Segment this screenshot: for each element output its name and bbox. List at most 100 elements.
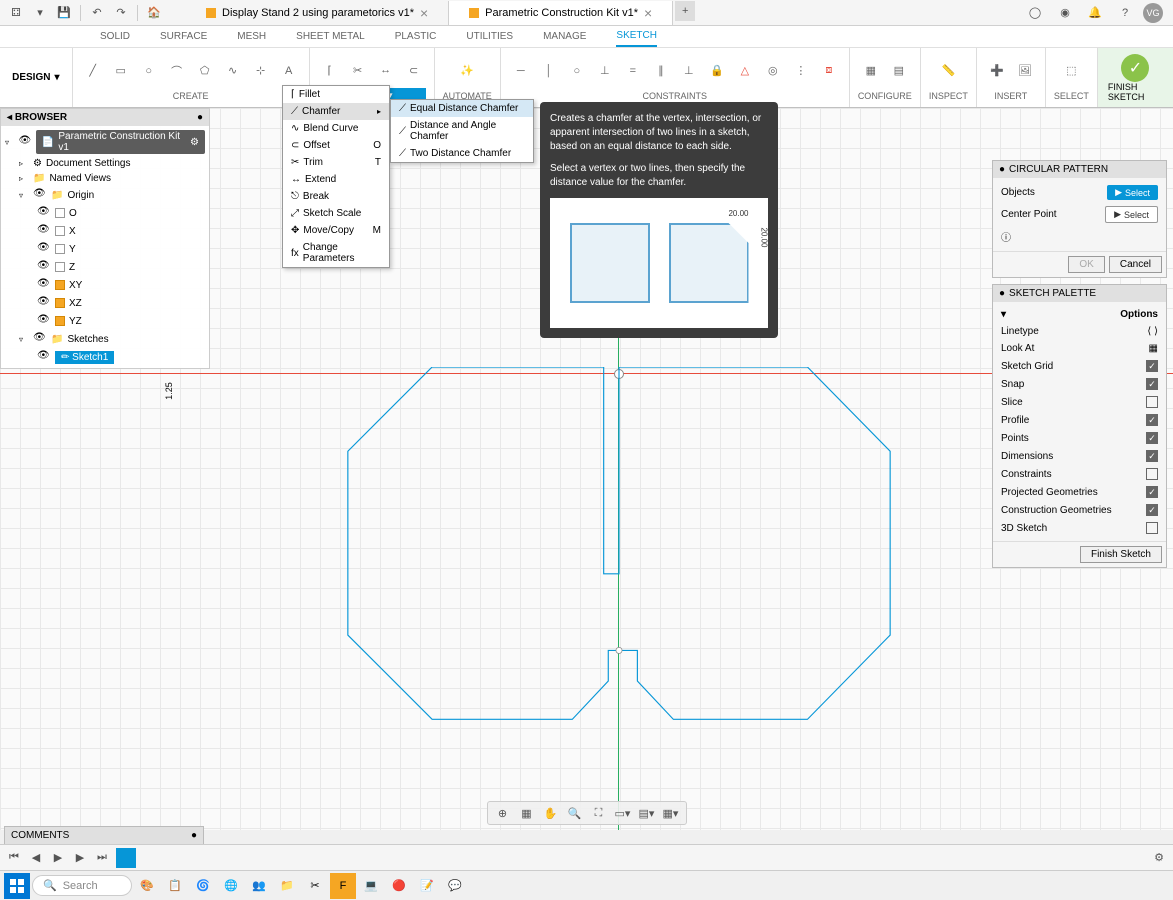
image-icon[interactable]: 🖼 xyxy=(1013,59,1037,83)
tab-plastic[interactable]: PLASTIC xyxy=(395,27,437,46)
zoom-icon[interactable]: 🔍 xyxy=(566,804,584,822)
taskbar-app-icon[interactable]: 🌀 xyxy=(190,873,216,899)
tree-item[interactable]: ▿👁📁Sketches xyxy=(1,330,209,348)
arc-icon[interactable]: ⌒ xyxy=(165,59,189,83)
app-menu-icon[interactable]: ⚃ xyxy=(6,3,26,23)
menu-item-trim[interactable]: ✂ TrimT xyxy=(283,154,389,171)
trim-icon[interactable]: ✂ xyxy=(346,58,370,82)
option-linetype[interactable]: Linetype⟨ ⟩ xyxy=(997,323,1162,340)
taskbar-app-icon[interactable]: 🎨 xyxy=(134,873,160,899)
taskbar-app-icon[interactable]: 📁 xyxy=(274,873,300,899)
menu-item-break[interactable]: ⎋ Break xyxy=(283,188,389,205)
taskbar-app-icon[interactable]: 💬 xyxy=(442,873,468,899)
submenu-distance-angle[interactable]: ⟋ Distance and Angle Chamfer xyxy=(391,117,533,145)
timeline-play-icon[interactable]: ▶ xyxy=(50,850,66,866)
comments-bar[interactable]: COMMENTS● xyxy=(4,826,204,845)
tree-item[interactable]: 👁Z xyxy=(1,258,209,276)
group-label[interactable]: CONFIGURE xyxy=(858,89,912,103)
taskbar-app-icon[interactable]: 📋 xyxy=(162,873,188,899)
timeline-start-icon[interactable]: ⏮ xyxy=(6,850,22,866)
tree-item[interactable]: 👁X xyxy=(1,222,209,240)
new-icon[interactable]: ▾ xyxy=(30,3,50,23)
tangent-icon[interactable]: ⊥ xyxy=(593,59,617,83)
new-tab-icon[interactable]: + xyxy=(675,1,695,21)
timeline-sketch-icon[interactable] xyxy=(116,848,136,868)
tree-item[interactable]: 👁XY xyxy=(1,276,209,294)
perpendicular-icon[interactable]: ⊥ xyxy=(677,59,701,83)
fillet-icon[interactable]: ⌈ xyxy=(318,58,342,82)
line-icon[interactable]: ╱ xyxy=(81,59,105,83)
option-points[interactable]: Points✓ xyxy=(997,429,1162,447)
circle-icon[interactable]: ○ xyxy=(137,59,161,83)
symmetry-icon[interactable]: ⧈ xyxy=(817,59,841,83)
dimension-label[interactable]: 1.25 xyxy=(164,382,174,400)
concentric-icon[interactable]: ◎ xyxy=(761,59,785,83)
ok-button[interactable]: OK xyxy=(1068,256,1104,273)
taskbar-app-icon[interactable]: 🔴 xyxy=(386,873,412,899)
close-icon[interactable]: × xyxy=(420,5,428,21)
tab-manage[interactable]: MANAGE xyxy=(543,27,586,46)
menu-item-params[interactable]: fx Change Parameters xyxy=(283,239,389,267)
tree-item[interactable]: 👁XZ xyxy=(1,294,209,312)
tree-item[interactable]: 👁YZ xyxy=(1,312,209,330)
vertical-icon[interactable]: │ xyxy=(537,59,561,83)
option-dimensions[interactable]: Dimensions✓ xyxy=(997,447,1162,465)
point-icon[interactable]: ⊹ xyxy=(249,59,273,83)
user-avatar[interactable]: VG xyxy=(1143,3,1163,23)
extend-icon[interactable]: ↔ xyxy=(374,58,398,82)
close-icon[interactable]: × xyxy=(644,5,652,21)
info-icon[interactable]: ⓘ xyxy=(1001,229,1011,244)
automate-icon[interactable]: ✨ xyxy=(455,59,479,83)
taskbar-app-icon[interactable]: 💻 xyxy=(358,873,384,899)
tree-item[interactable]: ▹⚙Document Settings xyxy=(1,156,209,171)
browser-header[interactable]: ◂ BROWSER ● xyxy=(1,109,209,126)
submenu-two-distance[interactable]: ⟋ Two Distance Chamfer xyxy=(391,145,533,162)
orbit-icon[interactable]: ⊕ xyxy=(494,804,512,822)
start-button[interactable] xyxy=(4,873,30,899)
grid-icon[interactable]: ▤▾ xyxy=(638,804,656,822)
select-icon[interactable]: ⬚ xyxy=(1059,59,1083,83)
help-icon[interactable]: ? xyxy=(1115,3,1135,23)
table-icon[interactable]: ▤ xyxy=(887,59,911,83)
option-profile[interactable]: Profile✓ xyxy=(997,411,1162,429)
option-snap[interactable]: Snap✓ xyxy=(997,375,1162,393)
menu-item-move[interactable]: ✥ Move/CopyM xyxy=(283,222,389,239)
inspect-icon[interactable]: 📏 xyxy=(936,59,960,83)
cancel-button[interactable]: Cancel xyxy=(1109,256,1162,273)
document-tab-2[interactable]: Parametric Construction Kit v1* × xyxy=(449,1,673,25)
tree-item[interactable]: 👁✏ Sketch1 xyxy=(1,348,209,366)
rectangle-icon[interactable]: ▭ xyxy=(109,59,133,83)
tree-item[interactable]: 👁O xyxy=(1,204,209,222)
option-constraints[interactable]: Constraints xyxy=(997,465,1162,483)
configure-icon[interactable]: ▦ xyxy=(859,59,883,83)
tab-solid[interactable]: SOLID xyxy=(100,27,130,46)
tree-item[interactable]: 👁Y xyxy=(1,240,209,258)
group-label[interactable]: CREATE xyxy=(173,89,209,103)
option-3dsketch[interactable]: 3D Sketch xyxy=(997,519,1162,537)
tree-root[interactable]: ▿👁 📄 Parametric Construction Kit v1 ⚙ xyxy=(1,128,209,156)
tab-utilities[interactable]: UTILITIES xyxy=(466,27,513,46)
collinear-icon[interactable]: ⋮ xyxy=(789,59,813,83)
save-icon[interactable]: 💾 xyxy=(54,3,74,23)
sketch-geometry[interactable] xyxy=(265,367,973,727)
group-label[interactable]: CONSTRAINTS xyxy=(643,89,708,103)
select-button[interactable]: ▶ Select xyxy=(1105,206,1158,223)
fit-icon[interactable]: ⛶ xyxy=(590,804,608,822)
timeline-back-icon[interactable]: ◀ xyxy=(28,850,44,866)
parallel-icon[interactable]: ∥ xyxy=(649,59,673,83)
menu-item-blend[interactable]: ∿ Blend Curve xyxy=(283,120,389,137)
group-label[interactable]: INSPECT xyxy=(929,89,968,103)
spline-icon[interactable]: ∿ xyxy=(221,59,245,83)
horizontal-icon[interactable]: ─ xyxy=(509,59,533,83)
viewport-icon[interactable]: ▦▾ xyxy=(662,804,680,822)
finish-sketch-button[interactable]: ✓ FINISH SKETCH xyxy=(1098,48,1173,107)
tree-item[interactable]: ▿👁📁Origin xyxy=(1,186,209,204)
tree-item[interactable]: ▹📁Named Views xyxy=(1,171,209,186)
fix-icon[interactable]: 🔒 xyxy=(705,59,729,83)
redo-icon[interactable]: ↷ xyxy=(111,3,131,23)
home-icon[interactable]: 🏠 xyxy=(144,3,164,23)
option-slice[interactable]: Slice xyxy=(997,393,1162,411)
offset-icon[interactable]: ⊂ xyxy=(402,58,426,82)
panel-header[interactable]: ● SKETCH PALETTE xyxy=(993,285,1166,302)
extension-icon[interactable]: ◯ xyxy=(1025,3,1045,23)
